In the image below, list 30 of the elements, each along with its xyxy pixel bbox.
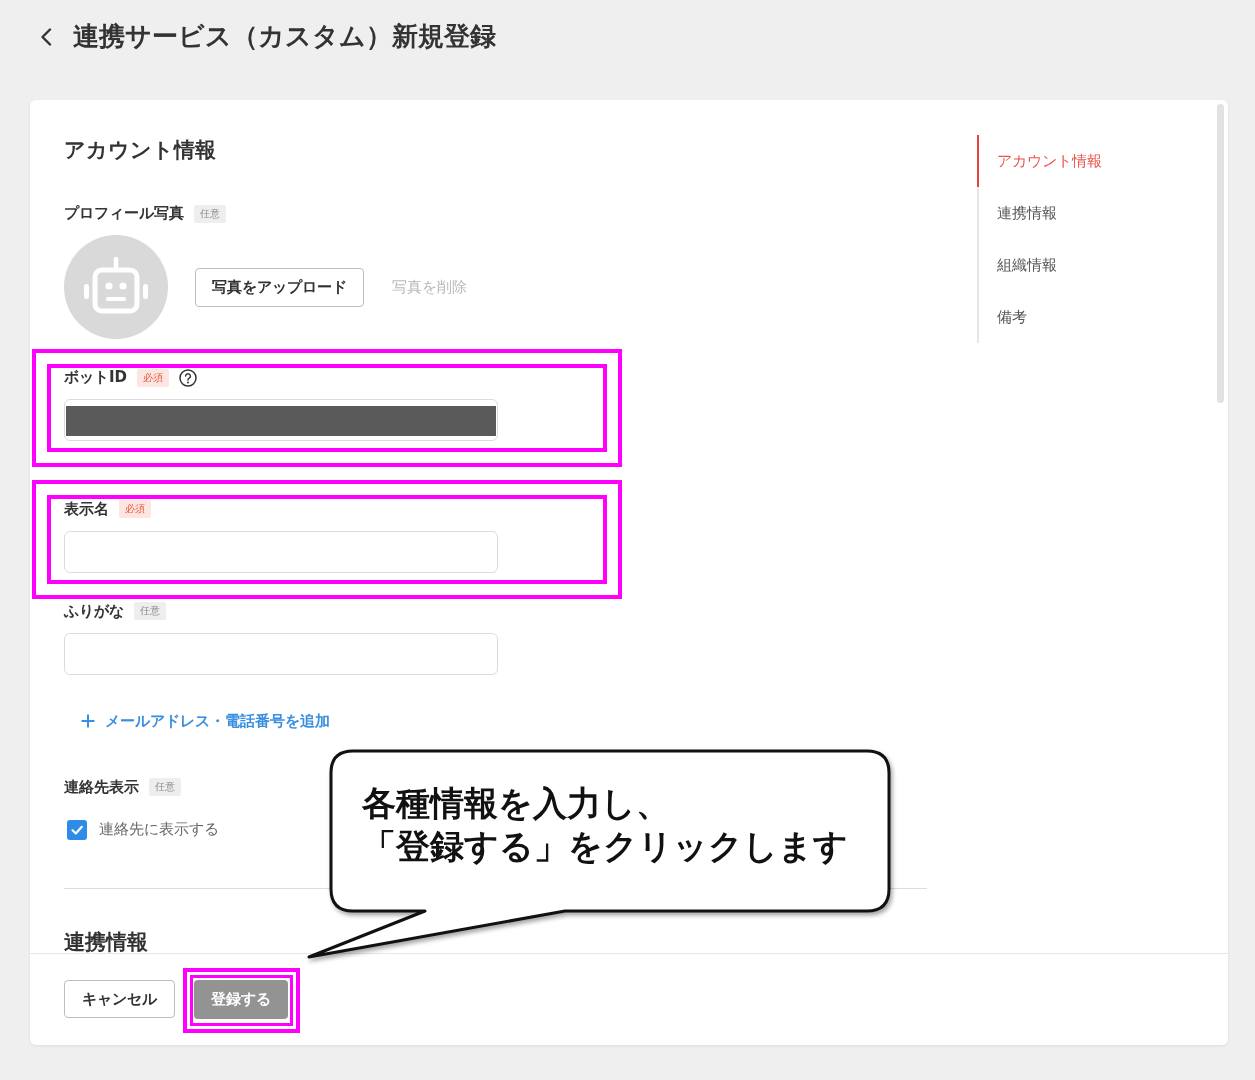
required-badge: 必須 [119,500,151,519]
plus-icon [81,714,95,729]
checkbox-label: 連絡先に表示する [99,820,219,840]
section-nav-item[interactable]: 連携情報 [977,187,1179,239]
text-input-field[interactable] [64,399,498,442]
cancel-button[interactable]: キャンセル [64,980,175,1018]
field-label: 表示名 [64,498,109,520]
field-label: ふりがな [64,600,124,622]
text-input-field[interactable] [64,530,498,573]
section-heading: 連携情報 [64,932,148,953]
optional-badge: 任意 [149,778,181,797]
robot-avatar-icon [64,235,168,340]
field-label: プロフィール写真 [64,203,184,225]
text-input-field[interactable] [64,632,498,675]
section-heading: アカウント情報 [64,137,216,164]
section-nav-item[interactable]: 備考 [977,291,1179,343]
upload-photo-button[interactable]: 写真をアップロード [195,267,364,307]
page-title: 連携サービス（カスタム）新規登録 [73,21,496,53]
help-icon[interactable] [179,368,198,387]
required-badge: 必須 [137,368,170,387]
optional-badge: 任意 [134,602,166,621]
field-label: 連絡先表示 [64,776,139,798]
section-nav-item[interactable]: アカウント情報 [977,135,1179,187]
field-label: ボットID [64,367,128,389]
scrollbar[interactable] [1217,104,1224,403]
section-nav-item[interactable]: 組織情報 [977,239,1179,291]
optional-badge: 任意 [194,204,226,223]
back-chevron-icon[interactable] [40,28,52,46]
checkbox[interactable] [67,819,87,840]
callout-text: 各種情報を入力し、 「登録する」をクリックします [362,782,848,868]
